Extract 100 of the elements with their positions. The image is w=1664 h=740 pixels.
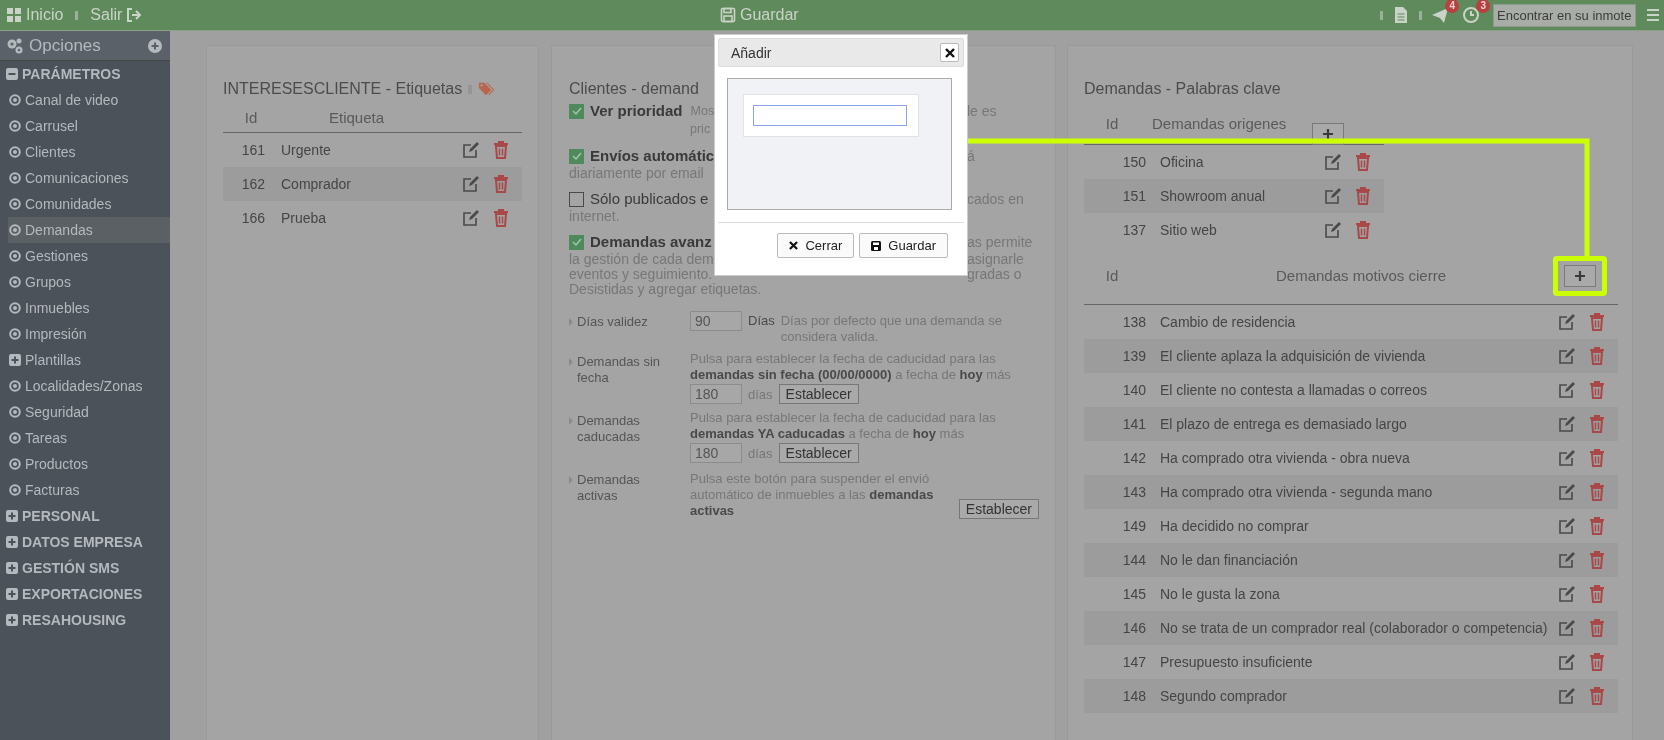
- sidebar-item[interactable]: Productos: [0, 451, 170, 477]
- circle-dot-icon: [9, 146, 21, 158]
- sidebar-item[interactable]: Comunicaciones: [0, 165, 170, 191]
- trash-icon[interactable]: [1588, 483, 1606, 501]
- sidebar-item[interactable]: Gestiones: [0, 243, 170, 269]
- sidebar-item[interactable]: Tareas: [0, 425, 170, 451]
- panel-title: Demandas - Palabras clave: [1084, 80, 1281, 98]
- sidebar-item[interactable]: Plantillas: [0, 347, 170, 373]
- trash-icon[interactable]: [1588, 313, 1606, 331]
- keyword-cell-text: El plazo de entrega es demasiado largo: [1159, 416, 1408, 432]
- trash-icon[interactable]: [1354, 187, 1372, 205]
- home-link[interactable]: Inicio: [6, 6, 64, 24]
- edit-icon[interactable]: [1558, 381, 1576, 399]
- search-field[interactable]: Encontrar en su inmote: [1493, 3, 1636, 27]
- sidebar-group[interactable]: GESTIÓN SMS: [0, 555, 170, 581]
- trash-icon[interactable]: [492, 141, 510, 159]
- sidebar-item[interactable]: Seguridad: [0, 399, 170, 425]
- sidebar-item[interactable]: Demandas: [8, 217, 170, 243]
- days-field[interactable]: 180: [690, 384, 742, 404]
- add-button[interactable]: [1564, 264, 1596, 287]
- edit-icon[interactable]: [1558, 653, 1576, 671]
- tag-cell-text: Prueba: [280, 210, 328, 226]
- id-cell-text: 145: [1121, 586, 1146, 602]
- trash-icon[interactable]: [1588, 347, 1606, 365]
- clock-icon[interactable]: [1462, 6, 1480, 24]
- keyword-cell-text: Segundo comprador: [1159, 688, 1288, 704]
- sidebar-item[interactable]: Localidades/Zonas: [0, 373, 170, 399]
- text-input-field[interactable]: [753, 105, 907, 126]
- trash-icon[interactable]: [1588, 653, 1606, 671]
- logout-link[interactable]: Salir: [90, 6, 143, 24]
- trash-icon[interactable]: [492, 175, 510, 193]
- trash-icon[interactable]: [492, 209, 510, 227]
- save-link[interactable]: Guardar: [720, 6, 799, 24]
- sidebar-group[interactable]: EXPORTACIONES: [0, 581, 170, 607]
- sidebar-group[interactable]: PARÁMETROS: [0, 61, 170, 87]
- circle-dot-icon: [9, 484, 21, 496]
- edit-icon[interactable]: [1558, 619, 1576, 637]
- circle-dot-icon: [9, 198, 21, 210]
- trash-icon[interactable]: [1588, 381, 1606, 399]
- trash-icon[interactable]: [1354, 153, 1372, 171]
- circle-dot-icon: [9, 224, 21, 236]
- edit-icon[interactable]: [1558, 449, 1576, 467]
- close-button[interactable]: [940, 43, 959, 62]
- trash-icon[interactable]: [1588, 619, 1606, 637]
- edit-icon[interactable]: [1558, 585, 1576, 603]
- edit-icon[interactable]: [1558, 483, 1576, 501]
- days-field[interactable]: 90: [690, 311, 742, 331]
- circle-dot-icon: [9, 302, 21, 314]
- checkbox[interactable]: [569, 148, 584, 164]
- set-button[interactable]: Establecer: [778, 384, 859, 404]
- edit-icon[interactable]: [1558, 313, 1576, 331]
- edit-icon[interactable]: [462, 175, 480, 193]
- edit-icon[interactable]: [1558, 347, 1576, 365]
- trash-icon[interactable]: [1588, 449, 1606, 467]
- trash-icon[interactable]: [1354, 221, 1372, 239]
- edit-icon[interactable]: [462, 209, 480, 227]
- sidebar-group[interactable]: PERSONAL: [0, 503, 170, 529]
- edit-icon[interactable]: [1324, 221, 1342, 239]
- sidebar-item[interactable]: Facturas: [0, 477, 170, 503]
- trash-icon[interactable]: [1588, 551, 1606, 569]
- keyword-cell-text: Cambio de residencia: [1159, 314, 1297, 330]
- sidebar-item[interactable]: Canal de video: [0, 87, 170, 113]
- edit-icon[interactable]: [462, 141, 480, 159]
- set-button[interactable]: Establecer: [958, 499, 1039, 519]
- id-cell-text: 139: [1121, 348, 1146, 364]
- column-header: Id: [1104, 267, 1120, 284]
- keyword-cell-text: Presupuesto insuficiente: [1159, 654, 1314, 670]
- menu-icon[interactable]: [1645, 7, 1661, 23]
- unit-label: Días: [748, 312, 775, 330]
- sidebar-group[interactable]: RESAHOUSING: [0, 607, 170, 633]
- sidebar-group[interactable]: DATOS EMPRESA: [0, 529, 170, 555]
- sidebar-item[interactable]: Impresión: [0, 321, 170, 347]
- set-button[interactable]: Establecer: [778, 443, 859, 463]
- sidebar-item[interactable]: Grupos: [0, 269, 170, 295]
- keyword-cell-text: Ha decidido no comprar: [1159, 518, 1310, 534]
- trash-icon[interactable]: [1588, 415, 1606, 433]
- edit-icon[interactable]: [1558, 415, 1576, 433]
- close-button[interactable]: Cerrar: [777, 233, 855, 258]
- sidebar-item[interactable]: Comunidades: [0, 191, 170, 217]
- edit-icon[interactable]: [1324, 187, 1342, 205]
- trash-icon[interactable]: [1588, 585, 1606, 603]
- save-button[interactable]: Guardar: [859, 233, 948, 258]
- plus-circle-icon[interactable]: [148, 38, 162, 53]
- edit-icon[interactable]: [1558, 517, 1576, 535]
- days-field[interactable]: 180: [690, 443, 742, 463]
- plus-square-icon: [9, 354, 21, 366]
- checkbox[interactable]: [569, 191, 584, 207]
- edit-icon[interactable]: [1558, 551, 1576, 569]
- edit-icon[interactable]: [1324, 153, 1342, 171]
- document-icon[interactable]: [1392, 6, 1410, 24]
- trash-icon[interactable]: [1588, 687, 1606, 705]
- keyword-cell-text: No se trata de un comprador real (colaborador o competencia): [1159, 620, 1549, 636]
- trash-icon[interactable]: [1588, 517, 1606, 535]
- checkbox[interactable]: [569, 103, 584, 119]
- edit-icon[interactable]: [1558, 687, 1576, 705]
- sidebar-item[interactable]: Carrusel: [0, 113, 170, 139]
- checkbox[interactable]: [569, 234, 584, 250]
- sidebar-item[interactable]: Clientes: [0, 139, 170, 165]
- dialog-title: Añadir: [731, 44, 772, 61]
- sidebar-item[interactable]: Inmuebles: [0, 295, 170, 321]
